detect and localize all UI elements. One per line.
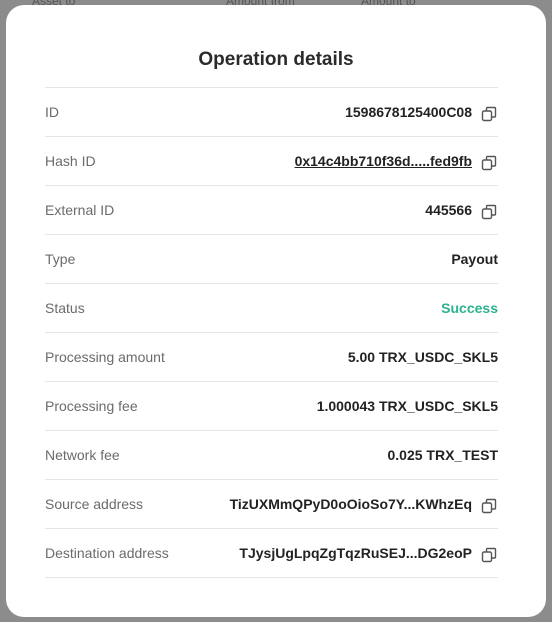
detail-row-hash-id: Hash ID 0x14c4bb710f36d.....fed9fb [45, 137, 498, 186]
detail-label: Hash ID [45, 153, 96, 169]
detail-label: ID [45, 104, 59, 120]
copy-icon[interactable] [480, 154, 498, 172]
copy-icon[interactable] [480, 203, 498, 221]
detail-row-processing-fee: Processing fee 1.000043 TRX_USDC_SKL5 [45, 382, 498, 431]
status-badge: Success [441, 300, 498, 316]
hash-id-link[interactable]: 0x14c4bb710f36d.....fed9fb [295, 153, 472, 169]
detail-row-status: Status Success [45, 284, 498, 333]
modal-title: Operation details [198, 49, 354, 70]
detail-label: Destination address [45, 545, 169, 561]
copy-icon[interactable] [480, 546, 498, 564]
detail-label: Network fee [45, 447, 120, 463]
detail-value-processing-fee: 1.000043 TRX_USDC_SKL5 [316, 398, 498, 414]
operation-details-modal: Operation details ID 1598678125400C08 Ha… [6, 5, 546, 617]
detail-label: Status [45, 300, 85, 316]
detail-value-destination-address: TJysjUgLpqZgTqzRuSEJ...DG2eoP [239, 545, 472, 561]
detail-label: Processing amount [45, 349, 165, 365]
detail-label: External ID [45, 202, 115, 218]
detail-row-type: Type Payout [45, 235, 498, 284]
copy-icon[interactable] [480, 105, 498, 123]
detail-value-type: Payout [451, 251, 498, 267]
details-list: ID 1598678125400C08 Hash ID 0x14c4bb710f… [45, 87, 498, 578]
detail-value-external-id: 445566 [425, 202, 472, 218]
copy-icon[interactable] [480, 497, 498, 515]
detail-value-source-address: TizUXMmQPyD0oOioSo7Y...KWhzEq [229, 496, 472, 512]
detail-row-external-id: External ID 445566 [45, 186, 498, 235]
detail-label: Processing fee [45, 398, 138, 414]
detail-value-processing-amount: 5.00 TRX_USDC_SKL5 [347, 349, 498, 365]
detail-row-source-address: Source address TizUXMmQPyD0oOioSo7Y...KW… [45, 480, 498, 529]
detail-value-id: 1598678125400C08 [345, 104, 472, 120]
detail-row-processing-amount: Processing amount 5.00 TRX_USDC_SKL5 [45, 333, 498, 382]
detail-label: Type [45, 251, 76, 267]
detail-row-destination-address: Destination address TJysjUgLpqZgTqzRuSEJ… [45, 529, 498, 578]
detail-row-id: ID 1598678125400C08 [45, 88, 498, 137]
detail-label: Source address [45, 496, 144, 512]
detail-value-network-fee: 0.025 TRX_TEST [387, 447, 499, 463]
detail-row-network-fee: Network fee 0.025 TRX_TEST [45, 431, 498, 480]
